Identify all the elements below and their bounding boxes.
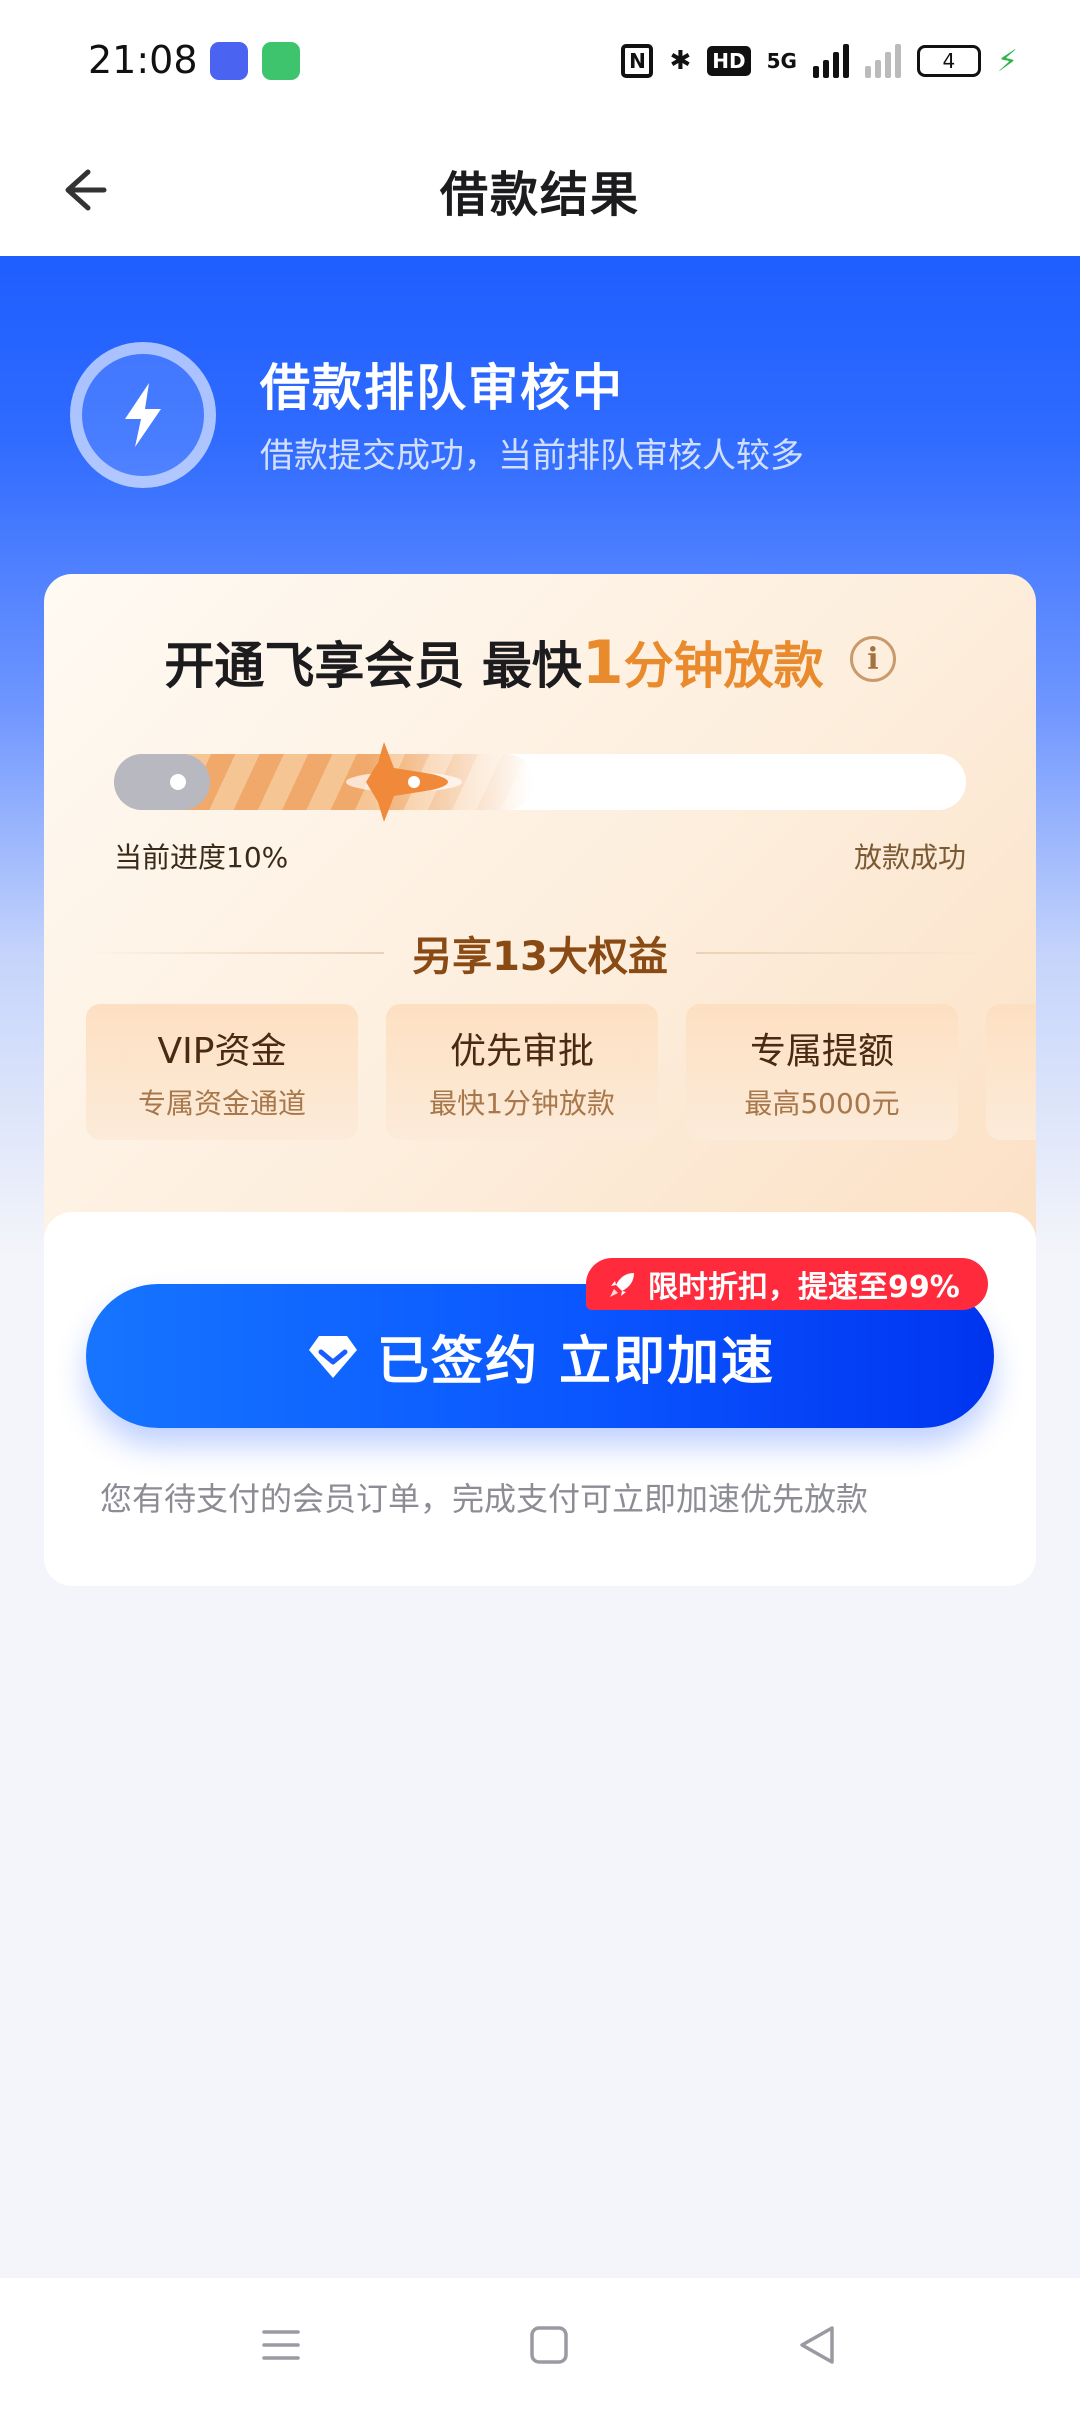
discount-badge: 限时折扣，提速至99% xyxy=(586,1258,988,1310)
benefit-desc: 最高5000元 xyxy=(744,1087,900,1120)
charging-icon: ⚡ xyxy=(996,43,1018,79)
signal-strength-icon xyxy=(812,44,849,78)
bluetooth-icon: ✱ xyxy=(669,46,692,76)
wifi-app-notification-icon xyxy=(262,42,300,80)
progress-head xyxy=(114,754,210,810)
app-notification-icon xyxy=(210,42,248,80)
promo-title-number: 1 xyxy=(581,628,624,698)
page-title: 借款结果 xyxy=(439,167,640,223)
benefits-list: VIP资金 专属资金通道 优先审批 最快1分钟放款 专属提额 最高5000元 xyxy=(86,1004,1036,1140)
benefit-name: 专属提额 xyxy=(749,1031,894,1072)
progress-dot xyxy=(170,774,186,790)
promo-title-highlight: 分钟放款 xyxy=(623,637,824,695)
battery-icon: 4 xyxy=(916,45,981,77)
arrow-left-icon[interactable] xyxy=(48,158,112,222)
system-navigation-bar xyxy=(0,2278,1080,2412)
membership-promo-card: 开通飞享会员 最快1分钟放款 i 当前进度10% 放款成功 另享13大权益 VI… xyxy=(44,574,1036,1264)
info-icon[interactable]: i xyxy=(850,636,896,682)
rocket-icon xyxy=(610,1273,634,1297)
benefit-card-credit-raise[interactable]: 专属提额 最高5000元 xyxy=(686,1004,958,1140)
review-status-subtitle: 借款提交成功，当前排队审核人较多 xyxy=(260,436,804,476)
accelerate-card: 已签约 立即加速 限时折扣，提速至99% 您有待支付的会员订单，完成支付可立即加… xyxy=(44,1212,1036,1586)
progress-target-label: 放款成功 xyxy=(853,841,966,874)
discount-badge-text: 限时折扣，提速至99% xyxy=(648,1270,960,1305)
benefit-desc: 最快1分钟放款 xyxy=(429,1087,615,1120)
nav-header: 借款结果 xyxy=(0,124,1080,256)
promo-title: 开通飞享会员 最快1分钟放款 xyxy=(44,626,944,698)
status-icons: N ✱ HD 5G 4 ⚡ xyxy=(621,42,1018,80)
menu-icon[interactable] xyxy=(246,2310,316,2380)
loan-result-page: 21:08 N ✱ HD 5G 4 ⚡ 借款结果 借款排队审核中 借款提交成功，… xyxy=(0,0,1080,2412)
signal-strength-sim2-icon xyxy=(864,44,901,78)
status-bar: 21:08 N ✱ HD 5G 4 ⚡ xyxy=(0,0,1080,124)
review-status-title: 借款排队审核中 xyxy=(260,359,624,417)
hd-icon: HD xyxy=(707,46,751,76)
nfc-icon: N xyxy=(621,44,654,78)
rocket-icon xyxy=(346,742,462,822)
benefit-name: 优先审批 xyxy=(449,1031,594,1072)
benefit-card-priority-review[interactable]: 优先审批 最快1分钟放款 xyxy=(386,1004,658,1140)
benefit-desc: 专属资金通道 xyxy=(137,1087,306,1120)
benefit-card-vip-fund[interactable]: VIP资金 专属资金通道 xyxy=(86,1004,358,1140)
pending-payment-note: 您有待支付的会员订单，完成支付可立即加速优先放款 xyxy=(100,1480,869,1518)
progress-track xyxy=(114,754,966,810)
lightning-icon xyxy=(70,342,216,488)
promo-title-prefix: 开通飞享会员 最快 xyxy=(164,637,582,695)
benefit-name: VIP资金 xyxy=(157,1031,287,1072)
benefits-heading: 另享13大权益 xyxy=(412,934,668,980)
accelerate-button-label: 已签约 立即加速 xyxy=(376,1331,776,1392)
network-type-icon: 5G xyxy=(766,49,797,73)
status-time: 21:08 xyxy=(88,38,198,82)
back-triangle-icon[interactable] xyxy=(782,2310,852,2380)
diamond-icon xyxy=(308,1336,357,1378)
home-icon[interactable] xyxy=(514,2310,584,2380)
progress-current-label: 当前进度10% xyxy=(114,841,289,874)
benefit-card-more[interactable] xyxy=(986,1004,1036,1140)
